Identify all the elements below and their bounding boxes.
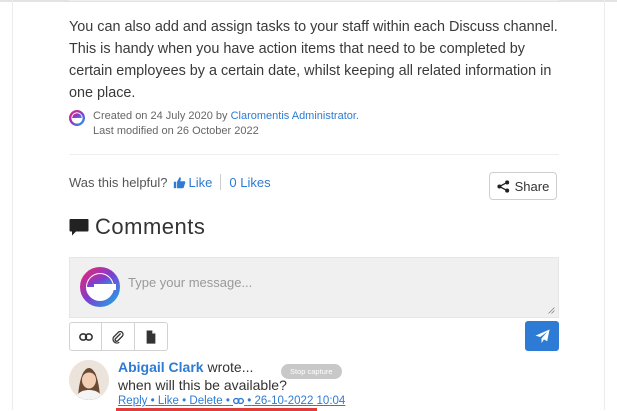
dot-sep: • <box>225 395 230 407</box>
commenter-avatar[interactable] <box>69 360 109 400</box>
comment-text: when will this be available? <box>118 377 287 393</box>
claromentis-logo-icon <box>69 110 85 126</box>
user-avatar-logo-icon <box>80 267 120 307</box>
divider <box>69 0 559 1</box>
created-line: Created on 24 July 2020 by Claromentis A… <box>93 110 359 122</box>
likes-count[interactable]: 0 Likes <box>229 175 270 190</box>
link-icon <box>78 332 93 341</box>
share-label: Share <box>514 178 550 194</box>
like-button[interactable]: Like <box>173 174 213 190</box>
attach-document-button[interactable] <box>135 322 168 351</box>
share-icon <box>497 179 509 193</box>
document-icon <box>146 329 156 344</box>
feedback-question: Was this helpful? <box>69 174 168 190</box>
comment-author[interactable]: Abigail Clark <box>118 359 204 375</box>
send-button[interactable] <box>525 321 559 351</box>
composer-toolbar <box>69 322 168 351</box>
content-left-border <box>12 0 13 410</box>
like-label: Like <box>188 174 213 190</box>
person-photo-icon <box>69 360 109 400</box>
dot-sep: • <box>247 395 252 407</box>
thumbs-up-icon <box>173 176 185 188</box>
comment-bubble-icon <box>69 219 89 236</box>
separator <box>220 174 222 190</box>
reply-link[interactable]: Reply <box>118 395 147 407</box>
insert-link-button[interactable] <box>69 322 102 351</box>
divider <box>69 154 559 155</box>
share-button[interactable]: Share <box>489 172 557 200</box>
modified-line: Last modified on 26 October 2022 <box>93 125 259 137</box>
stop-capture-button[interactable]: Stop capture <box>281 364 342 379</box>
paperclip-icon <box>112 330 124 344</box>
comment-composer <box>69 257 559 318</box>
like-comment-link[interactable]: Like <box>158 395 179 407</box>
paper-plane-icon <box>534 328 550 343</box>
permalink-icon[interactable] <box>233 397 245 405</box>
feedback-row: Was this helpful? Like 0 Likes <box>69 174 271 190</box>
attach-file-button[interactable] <box>102 322 135 351</box>
comment-timestamp: 26-10-2022 10:04 <box>254 395 346 407</box>
resize-handle-icon[interactable] <box>548 307 555 314</box>
dot-sep: • <box>182 395 187 407</box>
comments-header: Comments <box>69 214 205 240</box>
comment-author-line: Abigail Clark wrote... <box>118 359 253 375</box>
created-text: Created on 24 July 2020 by <box>93 110 231 122</box>
author-link[interactable]: Claromentis Administrator <box>231 110 356 122</box>
created-suffix: . <box>355 110 359 122</box>
dot-sep: • <box>150 395 155 407</box>
comment-item: Abigail Clark wrote... Stop capture when… <box>69 358 559 411</box>
message-input[interactable] <box>126 266 550 298</box>
article-paragraph: You can also add and assign tasks to you… <box>69 19 558 101</box>
comments-heading: Comments <box>95 214 206 239</box>
wrote-label: wrote... <box>207 359 254 375</box>
delete-comment-link[interactable]: Delete <box>189 395 222 407</box>
comment-actions: Reply • Like • Delete • • 26-10-2022 10:… <box>118 395 345 407</box>
content-right-border <box>604 0 605 410</box>
